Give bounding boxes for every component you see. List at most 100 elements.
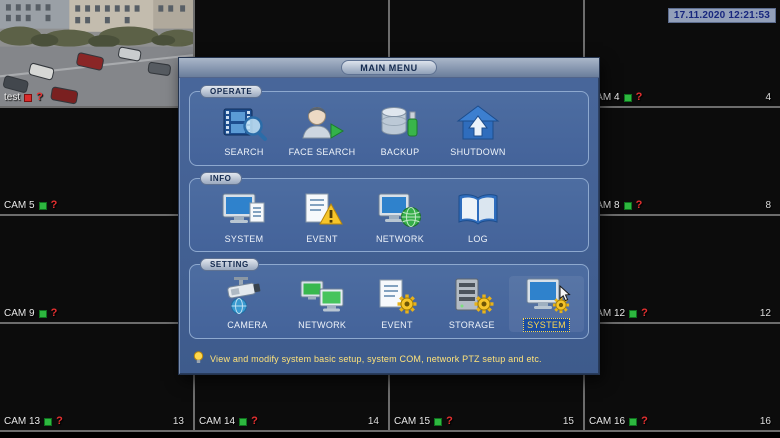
camera-cell-8[interactable]: CAM 8 ? 8 bbox=[585, 108, 780, 216]
timestamp: 17.11.2020 12:21:53 bbox=[667, 8, 776, 23]
main-menu-titlebar: MAIN MENU bbox=[179, 58, 599, 78]
menu-item-label: NETWORK bbox=[298, 320, 347, 331]
menu-item-face-search[interactable]: FACE SEARCH bbox=[283, 103, 361, 159]
channel-name: CAM 14 bbox=[199, 416, 236, 427]
channel-number: 13 bbox=[172, 416, 184, 427]
menu-item-label: CAMERA bbox=[227, 320, 268, 331]
motion-icon bbox=[24, 93, 33, 102]
menu-item-label: BACKUP bbox=[380, 147, 420, 157]
menu-item-info-log[interactable]: LOG bbox=[439, 190, 517, 246]
record-icon bbox=[629, 417, 638, 426]
channel-number: 8 bbox=[765, 200, 771, 211]
system-setting-icon bbox=[524, 276, 572, 316]
channel-label: CAM 9 ? bbox=[4, 307, 58, 320]
menu-item-info-system[interactable]: SYSTEM bbox=[205, 190, 283, 246]
channel-label: test ? bbox=[4, 91, 43, 104]
camera-cell-12[interactable]: CAM 12 ? 12 bbox=[585, 216, 780, 324]
video-loss-icon: ? bbox=[251, 415, 258, 427]
channel-name: CAM 5 bbox=[4, 200, 35, 211]
camera-cell-9[interactable]: CAM 9 ? bbox=[0, 216, 195, 324]
video-loss-icon: ? bbox=[56, 415, 63, 427]
section-setting-items: CAMERA NETWORK EVENT STORAGE SYSTEM bbox=[190, 265, 588, 338]
menu-hint: View and modify system basic setup, syst… bbox=[189, 351, 589, 369]
record-icon bbox=[38, 201, 47, 210]
channel-number: 12 bbox=[759, 308, 771, 319]
hint-text: View and modify system basic setup, syst… bbox=[210, 353, 542, 364]
video-loss-icon: ? bbox=[50, 199, 58, 211]
channel-number: 15 bbox=[562, 416, 574, 427]
section-operate-label: OPERATE bbox=[200, 85, 263, 98]
network-info-icon bbox=[377, 190, 423, 230]
camera-cell-5[interactable]: CAM 5 ? bbox=[0, 108, 195, 216]
menu-item-backup[interactable]: BACKUP bbox=[361, 103, 439, 159]
section-setting-label: SETTING bbox=[200, 258, 259, 272]
section-operate: OPERATE SEARCH FACE SEARCH BACKUP SHUTDO… bbox=[189, 85, 589, 166]
channel-number: 14 bbox=[367, 416, 379, 427]
main-menu-title: MAIN MENU bbox=[341, 60, 437, 75]
record-icon bbox=[623, 201, 632, 210]
menu-item-label: STORAGE bbox=[448, 320, 495, 331]
network-setting-icon bbox=[299, 276, 345, 316]
record-icon bbox=[434, 417, 443, 426]
channel-name: CAM 9 bbox=[4, 308, 35, 319]
channel-name: CAM 15 bbox=[394, 416, 431, 427]
search-icon bbox=[221, 103, 267, 143]
channel-number: 4 bbox=[765, 92, 771, 103]
menu-item-label: SYSTEM bbox=[523, 318, 570, 333]
record-icon bbox=[623, 93, 632, 102]
mouse-cursor bbox=[559, 285, 572, 307]
channel-label: CAM 14 ? bbox=[199, 415, 258, 428]
video-loss-icon: ? bbox=[641, 415, 648, 427]
video-loss-icon: ? bbox=[50, 307, 58, 319]
menu-item-info-event[interactable]: EVENT bbox=[283, 190, 361, 246]
section-info: INFO SYSTEM EVENT NETWORK LOG bbox=[189, 171, 589, 253]
shutdown-icon bbox=[455, 103, 501, 143]
camera-cell-1[interactable]: test ? bbox=[0, 0, 195, 108]
video-loss-icon: ? bbox=[641, 307, 648, 319]
menu-item-setting-storage[interactable]: STORAGE bbox=[434, 276, 509, 332]
menu-item-info-network[interactable]: NETWORK bbox=[361, 190, 439, 246]
channel-label: CAM 5 ? bbox=[4, 199, 58, 212]
channel-label: CAM 15 ? bbox=[394, 415, 453, 428]
menu-item-label: EVENT bbox=[381, 320, 413, 331]
menu-item-search[interactable]: SEARCH bbox=[205, 103, 283, 159]
record-icon bbox=[38, 309, 47, 318]
channel-label: CAM 16 ? bbox=[589, 415, 648, 428]
event-info-icon bbox=[299, 190, 345, 230]
backup-icon bbox=[377, 103, 423, 143]
menu-item-setting-camera[interactable]: CAMERA bbox=[210, 276, 285, 332]
section-info-label: INFO bbox=[200, 171, 242, 185]
bulb-icon bbox=[193, 351, 204, 366]
menu-item-setting-event[interactable]: EVENT bbox=[360, 276, 435, 332]
record-icon bbox=[44, 417, 53, 426]
dvr-screen: test ? CAM 4 ? 4 CAM 5 ? CAM 8 ? 8 CAM 9… bbox=[0, 0, 780, 438]
menu-item-setting-network[interactable]: NETWORK bbox=[285, 276, 360, 332]
video-loss-icon: ? bbox=[446, 415, 453, 427]
section-operate-items: SEARCH FACE SEARCH BACKUP SHUTDOWN bbox=[190, 92, 588, 165]
camera-cell-13[interactable]: CAM 13 ? 13 bbox=[0, 324, 195, 432]
section-info-items: SYSTEM EVENT NETWORK LOG bbox=[190, 179, 588, 252]
camera-cell-16[interactable]: CAM 16 ? 16 bbox=[585, 324, 780, 432]
menu-item-setting-system[interactable]: SYSTEM bbox=[509, 276, 584, 333]
video-loss-icon: ? bbox=[635, 199, 643, 211]
video-loss-icon: ? bbox=[36, 91, 43, 103]
event-setting-icon bbox=[374, 276, 420, 316]
menu-item-label: SYSTEM bbox=[224, 233, 264, 244]
menu-item-label: LOG bbox=[468, 233, 488, 244]
log-icon bbox=[455, 190, 501, 230]
channel-label: CAM 13 ? bbox=[4, 415, 63, 428]
menu-item-label: EVENT bbox=[306, 233, 338, 244]
record-icon bbox=[629, 309, 638, 318]
menu-item-label: FACE SEARCH bbox=[288, 147, 356, 157]
section-setting: SETTING CAMERA NETWORK EVENT STORAGE SYS… bbox=[189, 258, 589, 340]
menu-item-shutdown[interactable]: SHUTDOWN bbox=[439, 103, 517, 159]
main-menu-body: OPERATE SEARCH FACE SEARCH BACKUP SHUTDO… bbox=[179, 78, 599, 374]
camera-setting-icon bbox=[224, 276, 270, 316]
camera-feed-1 bbox=[0, 0, 193, 106]
menu-item-label: SHUTDOWN bbox=[450, 147, 506, 157]
channel-name: test bbox=[4, 92, 21, 103]
storage-setting-icon bbox=[449, 276, 495, 316]
video-loss-icon: ? bbox=[635, 91, 643, 103]
channel-name: CAM 13 bbox=[4, 416, 41, 427]
record-icon bbox=[239, 417, 248, 426]
